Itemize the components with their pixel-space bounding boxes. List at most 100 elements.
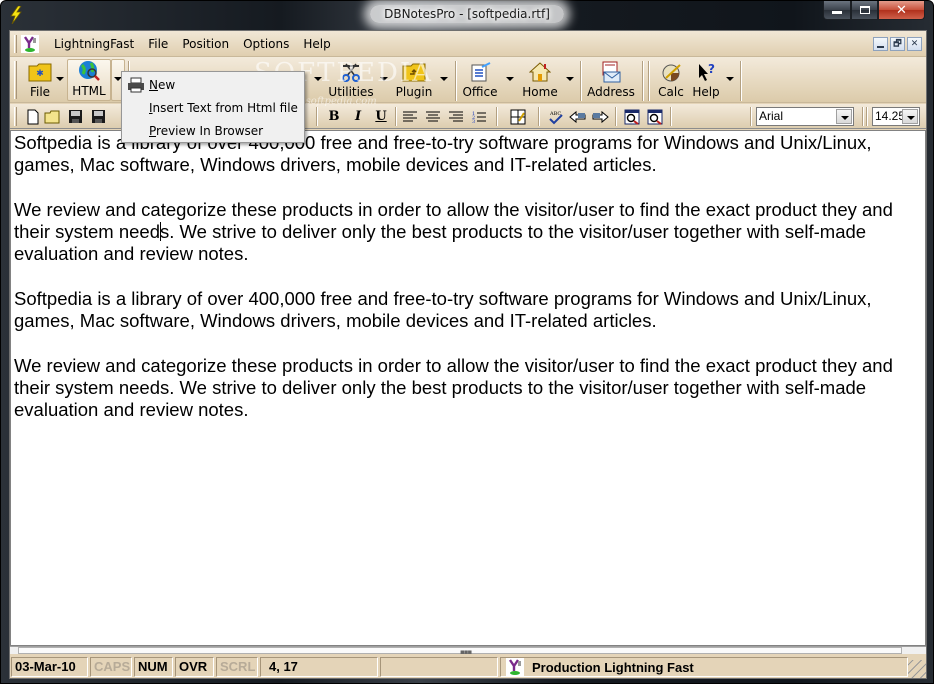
menu-options[interactable]: Options — [236, 33, 296, 55]
spellcheck-icon: ABC — [549, 111, 563, 124]
mnemonic-letter: N — [149, 78, 158, 92]
html-dropdown-menu: New Insert Text from Html file Preview I… — [121, 71, 305, 143]
svg-text:3: 3 — [472, 119, 475, 124]
table-edit-button[interactable] — [508, 107, 528, 126]
office-dropdown-arrow[interactable] — [506, 77, 514, 83]
toolbar-separator — [496, 107, 498, 126]
arrow-left-icon — [569, 110, 586, 123]
folder-icon: ✱ — [28, 61, 52, 83]
menu-item-label: Insert Text from Html file — [149, 101, 298, 115]
plugin-button[interactable]: Plugin — [392, 59, 436, 101]
page-dropdown-arrow[interactable] — [314, 77, 322, 83]
restore-icon: 🗗 — [893, 39, 902, 49]
help-pointer-icon: ? — [694, 61, 718, 83]
resize-grip[interactable] — [908, 660, 926, 678]
help-dropdown-arrow[interactable] — [726, 77, 734, 83]
open-file-button[interactable] — [43, 107, 63, 126]
format-toolbar-grip[interactable] — [14, 107, 17, 126]
spellcheck-button[interactable]: ABC — [546, 107, 566, 126]
svg-text:✱: ✱ — [36, 69, 44, 79]
mdi-close-button[interactable]: ✕ — [907, 37, 922, 51]
maximize-icon — [859, 6, 870, 14]
menu-item-label: New — [149, 78, 176, 92]
menu-position[interactable]: Position — [175, 33, 236, 55]
office-button[interactable]: Office — [460, 59, 500, 101]
menu-item-preview-in-browser[interactable]: Preview In Browser — [122, 120, 304, 142]
close-button[interactable]: ✕ — [878, 1, 925, 20]
find-icon — [624, 109, 640, 125]
status-scrl: SCRL — [216, 656, 258, 677]
find-next-button[interactable] — [645, 107, 665, 126]
toolbar-separator — [670, 107, 672, 126]
font-dropdown-arrow-icon[interactable] — [836, 109, 852, 124]
lightningfast-logo-icon — [506, 657, 524, 676]
caption-buttons: ✕ — [823, 1, 925, 21]
menu-item-new[interactable]: New — [122, 74, 304, 96]
toolbar-separator — [580, 61, 582, 101]
status-empty-panel — [380, 656, 498, 677]
utilities-dropdown-arrow[interactable] — [380, 77, 388, 83]
find-button[interactable] — [622, 107, 642, 126]
title-bar[interactable]: DBNotesPro - [softpedia.rtf] ✕ — [1, 1, 933, 29]
font-name-select[interactable]: Arial — [756, 107, 854, 126]
rich-text-editor[interactable]: Softpedia is a library of over 400,000 f… — [10, 130, 926, 646]
mdi-document-icon[interactable] — [21, 34, 39, 53]
italic-button[interactable]: I — [348, 107, 368, 126]
numbered-list-button[interactable]: 123 — [469, 107, 489, 126]
globe-search-icon — [77, 60, 101, 82]
save-as-button[interactable] — [88, 107, 108, 126]
toolbar-separator — [642, 61, 644, 101]
printer-icon — [128, 77, 144, 93]
save-as-icon — [91, 110, 105, 123]
plugin-folder-icon — [402, 61, 426, 83]
toolbar-separator — [615, 107, 617, 126]
open-folder-icon — [44, 110, 60, 123]
minimize-button[interactable] — [823, 1, 851, 20]
underline-button[interactable]: U — [371, 107, 391, 126]
menu-lightningfast[interactable]: LightningFast — [47, 33, 141, 55]
toolbar-separator — [395, 107, 397, 126]
align-left-icon — [403, 111, 417, 121]
window-title: DBNotesPro - [softpedia.rtf] — [1, 5, 933, 23]
file-button[interactable]: ✱ File — [22, 59, 58, 101]
home-icon — [528, 61, 552, 83]
size-dropdown-arrow-icon[interactable] — [902, 109, 918, 124]
status-num: NUM — [134, 656, 173, 677]
save-icon — [68, 110, 82, 123]
save-button[interactable] — [65, 107, 85, 126]
toolbar-separator — [455, 61, 457, 101]
toolbar-grip[interactable] — [14, 61, 17, 99]
address-button[interactable]: Address — [586, 59, 636, 101]
mdi-minimize-button[interactable] — [873, 37, 888, 51]
calc-button[interactable]: Calc — [654, 59, 688, 101]
font-size-select[interactable]: 14.25 — [872, 107, 920, 126]
home-dropdown-arrow[interactable] — [566, 77, 574, 83]
mnemonic-letter: P — [149, 124, 157, 138]
home-button[interactable]: Home — [518, 59, 562, 101]
help-button[interactable]: ? Help — [690, 59, 722, 101]
menubar-grip[interactable] — [14, 34, 17, 53]
menu-help[interactable]: Help — [296, 33, 337, 55]
bold-button[interactable]: B — [324, 107, 344, 126]
plugin-dropdown-arrow[interactable] — [440, 77, 448, 83]
horizontal-scrollbar[interactable]: ▪▪▪ — [10, 646, 926, 656]
file-dropdown-arrow[interactable] — [56, 77, 64, 83]
arrow-right-icon — [592, 110, 609, 123]
html-button[interactable]: HTML — [67, 59, 111, 101]
svg-text:?: ? — [708, 62, 715, 76]
indent-button[interactable] — [590, 107, 610, 126]
mdi-restore-button[interactable]: 🗗 — [890, 37, 905, 51]
maximize-button[interactable] — [851, 1, 878, 20]
numbered-list-icon: 123 — [472, 111, 486, 124]
toolbar-separator — [740, 61, 742, 101]
outdent-button[interactable] — [568, 107, 588, 126]
menu-item-insert-text-from-html[interactable]: Insert Text from Html file — [122, 97, 304, 119]
align-right-button[interactable] — [446, 107, 466, 126]
new-file-button[interactable] — [23, 107, 43, 126]
minimize-icon — [832, 11, 842, 14]
align-left-button[interactable] — [400, 107, 420, 126]
align-center-button[interactable] — [423, 107, 443, 126]
utilities-button[interactable]: Utilities — [324, 59, 378, 101]
toolbar-separator — [316, 107, 318, 126]
menu-file[interactable]: File — [141, 33, 175, 55]
